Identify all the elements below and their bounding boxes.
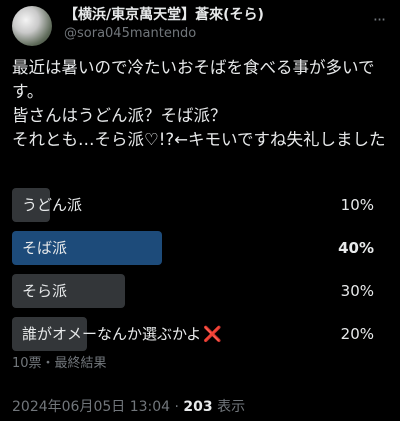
views-label: 表示: [212, 399, 246, 415]
poll-option-percent: 10%: [340, 196, 374, 214]
poll-option-label: そら派: [22, 282, 68, 300]
poll-option-percent: 30%: [340, 282, 374, 300]
poll-option-label-wrap: 誰がオメーなんか選ぶかよ ❌: [22, 317, 222, 351]
poll-option-nobody: 誰がオメーなんか選ぶかよ ❌ 20%: [12, 317, 388, 351]
tweet-line-1: 最近は暑いので冷たいおそばを食べる事が多いです。: [12, 58, 375, 101]
poll-option-sora: そら派 30%: [12, 274, 388, 308]
cross-mark-icon: ❌: [203, 325, 222, 343]
display-name[interactable]: 【横浜/東京萬天堂】蒼來(そら): [64, 6, 364, 24]
poll-option-label: うどん派: [22, 196, 83, 214]
handle[interactable]: @sora045mantendo: [64, 25, 364, 43]
poll-option-percent: 20%: [340, 325, 374, 343]
poll-option-label: 誰がオメーなんか選ぶかよ: [22, 325, 202, 343]
poll-meta: 10票・最終結果: [12, 356, 107, 371]
poll-option-udon: うどん派 10%: [12, 188, 388, 222]
poll-option-percent: 40%: [338, 239, 374, 257]
timestamp-line: 2024年06月05日 13:04 · 203 表示: [12, 396, 245, 416]
tweet-line-3: それとも…そら派♡!?←キモいですね失礼しました: [12, 130, 386, 149]
poll-option-label: そば派: [22, 239, 68, 257]
tweet-text: 最近は暑いので冷たいおそばを食べる事が多いです。 皆さんはうどん派？そば派？ そ…: [12, 56, 388, 152]
avatar[interactable]: [12, 6, 52, 46]
author-block: 【横浜/東京萬天堂】蒼來(そら) @sora045mantendo: [64, 6, 364, 43]
tweet-line-2: 皆さんはうどん派？そば派？: [12, 106, 227, 125]
poll: うどん派 10% そば派 40% そら派 30% 誰がオメーなんか選ぶかよ ❌ 2…: [12, 188, 388, 360]
views-count: 203: [183, 399, 213, 415]
poll-option-soba: そば派 40%: [12, 231, 388, 265]
timestamp[interactable]: 2024年06月05日 13:04 ·: [12, 399, 183, 415]
more-options-icon[interactable]: ···: [370, 10, 388, 29]
